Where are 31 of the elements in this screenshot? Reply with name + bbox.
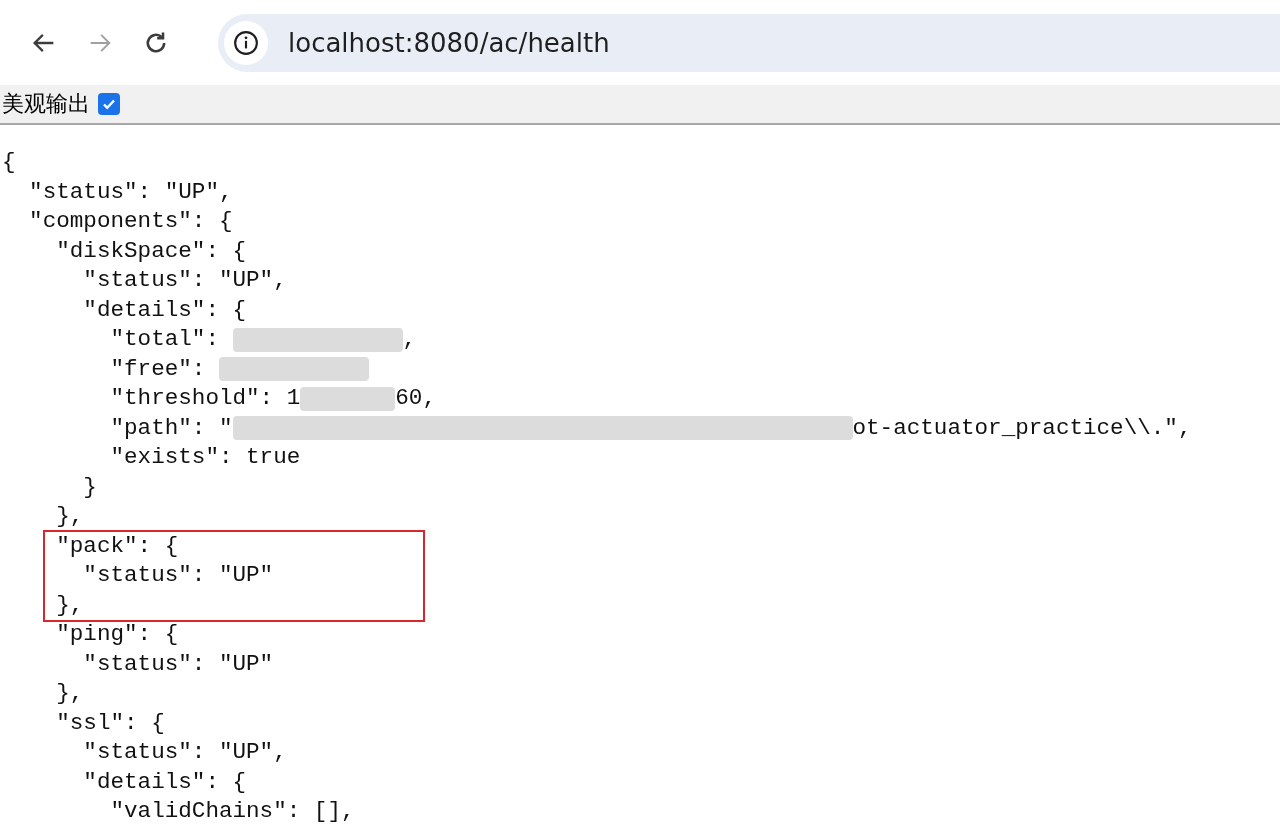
address-bar[interactable]: localhost:8080/ac/health (218, 13, 1280, 72)
code-line: "status": "UP" (82, 649, 274, 679)
code-line: "path": " (109, 413, 233, 443)
code-line: }, (55, 590, 84, 620)
code-line: "details": { (82, 767, 247, 797)
code-line: } (82, 472, 97, 502)
code-line: "validChains": [], (109, 797, 355, 826)
code-line: "ssl": { (55, 708, 165, 738)
url-text: localhost:8080/ac/health (288, 27, 610, 58)
code-line: "diskSpace": { (55, 236, 247, 266)
code-line: { (2, 148, 16, 177)
code-line: }, (55, 679, 84, 708)
code-line: "ping": { (55, 620, 179, 649)
code-line: "threshold": 1 (109, 384, 301, 413)
code-text: 60, (395, 384, 436, 413)
code-line: "status": "UP", (28, 177, 233, 207)
code-line: "total": (109, 325, 220, 354)
code-line: "components": { (28, 207, 233, 236)
code-line: "status": "UP" (82, 561, 274, 590)
code-line: "status": "UP", (82, 266, 287, 295)
code-text: ot-actuator_practice\\.", (852, 413, 1192, 443)
code-line: "details": { (82, 295, 247, 325)
code-line: "pack": { (55, 531, 179, 561)
code-line: "exists": true (109, 443, 301, 472)
pretty-print-label: 美观输出 (2, 90, 90, 118)
pretty-print-checkbox[interactable] (98, 93, 120, 115)
code-text: , (402, 325, 417, 354)
code-line: "status": "UP", (82, 738, 287, 767)
info-icon[interactable] (224, 20, 268, 65)
code-line: "free": (109, 354, 207, 384)
code-line: }, (55, 502, 84, 531)
